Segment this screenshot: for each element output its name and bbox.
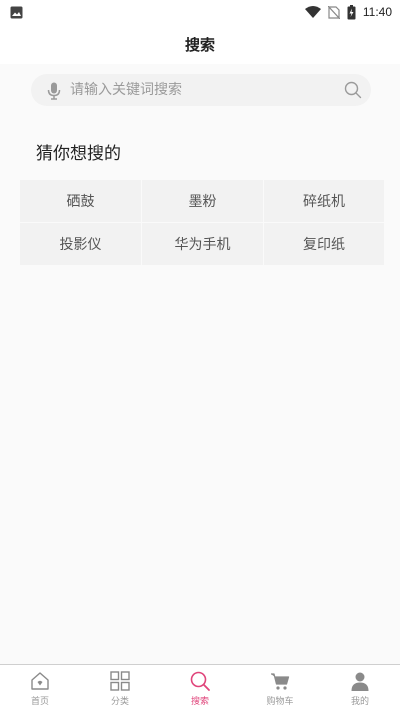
home-icon bbox=[31, 672, 49, 690]
tab-home-label: 首页 bbox=[30, 697, 49, 707]
grid-icon bbox=[110, 671, 130, 691]
search-icon[interactable] bbox=[344, 81, 362, 99]
bottom-tab-bar: 首页 分类 搜索 购物车 我的 bbox=[0, 664, 400, 711]
page-title: 搜索 bbox=[184, 35, 215, 54]
search-input[interactable]: 请输入关键词搜索 bbox=[31, 74, 371, 106]
suggestion-item[interactable]: 复印纸 bbox=[264, 223, 384, 265]
user-icon bbox=[351, 672, 369, 691]
tab-cart[interactable]: 购物车 bbox=[240, 665, 320, 711]
no-sim-icon bbox=[327, 5, 340, 19]
suggestions-grid: 硒鼓 墨粉 碎纸机 投影仪 华为手机 复印纸 bbox=[20, 180, 384, 265]
tab-search-label: 搜索 bbox=[190, 697, 209, 707]
suggestion-item[interactable]: 华为手机 bbox=[142, 223, 263, 265]
tab-category-label: 分类 bbox=[110, 697, 129, 707]
battery-charging-icon bbox=[347, 4, 356, 19]
search-page-content: 请输入关键词搜索 猜你想搜的 硒鼓 墨粉 碎纸机 投影仪 华为手机 复印纸 bbox=[0, 64, 400, 664]
status-time: 11:40 bbox=[362, 5, 392, 19]
tab-cart-label: 购物车 bbox=[266, 697, 294, 707]
search-placeholder: 请输入关键词搜索 bbox=[70, 82, 182, 98]
cart-icon bbox=[271, 673, 290, 690]
tab-profile[interactable]: 我的 bbox=[320, 665, 400, 711]
image-icon bbox=[10, 6, 23, 18]
tab-category[interactable]: 分类 bbox=[80, 665, 160, 711]
suggestion-item[interactable]: 墨粉 bbox=[142, 180, 263, 222]
search-icon bbox=[190, 671, 210, 691]
status-bar-right: 11:40 bbox=[304, 4, 392, 20]
microphone-icon[interactable] bbox=[47, 82, 61, 100]
wifi-icon bbox=[304, 6, 321, 18]
tab-search[interactable]: 搜索 bbox=[160, 665, 240, 711]
suggestion-item[interactable]: 碎纸机 bbox=[264, 180, 384, 222]
status-bar: 11:40 bbox=[0, 0, 400, 24]
tab-profile-label: 我的 bbox=[350, 697, 369, 707]
status-bar-left bbox=[10, 6, 23, 19]
tab-home[interactable]: 首页 bbox=[0, 665, 80, 711]
suggestions-title: 猜你想搜的 bbox=[36, 144, 121, 164]
suggestion-item[interactable]: 投影仪 bbox=[20, 223, 141, 265]
title-bar: 搜索 bbox=[0, 24, 400, 64]
suggestion-item[interactable]: 硒鼓 bbox=[20, 180, 141, 222]
